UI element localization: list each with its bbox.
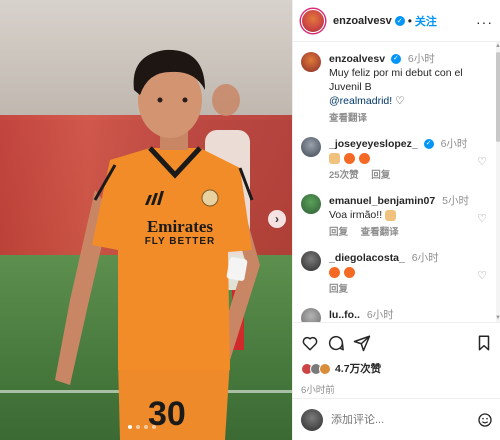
liker-avatar [319,362,331,375]
post-header: enzoalvesv ✓ • 关注 ··· [293,0,500,42]
follow-button[interactable]: 关注 [415,13,437,29]
scrollbar-thumb[interactable] [496,52,500,142]
comment-time: 6小时 [411,252,439,264]
comment-text: Voa irmão!! [329,209,383,221]
verified-badge-icon: ✓ [390,54,401,65]
comment-avatar[interactable] [301,194,321,214]
comment-avatar[interactable] [301,137,321,157]
carousel-dot [128,425,132,429]
comment-translate-link[interactable]: 查看翻译 [361,227,399,238]
likes-summary[interactable]: 4.7万次赞 [301,361,493,376]
share-paper-plane-icon[interactable] [353,334,371,352]
jersey-sponsor-line-2: FLY BETTER [144,236,216,247]
caption-username[interactable]: enzoalvesv [329,53,385,65]
scroll-down-arrow-icon[interactable]: ▼ [495,315,500,321]
comment-avatar[interactable] [301,251,321,271]
author-username[interactable]: enzoalvesv [333,15,392,27]
liker-avatars [301,362,331,375]
caption-translate-link[interactable]: 查看翻译 [329,113,367,124]
post-actions: 4.7万次赞 6小时前 [293,322,500,396]
caption-time: 6小时 [407,53,435,65]
jersey-sponsor-line-1: Emirates [146,217,214,236]
comments-feed[interactable]: enzoalvesv ✓ 6小时 Muy feliz por mi debut … [293,42,497,322]
likes-count[interactable]: 4.7万次赞 [335,361,381,376]
add-comment-bar [293,398,500,440]
comment-like-heart-icon[interactable]: ♡ [477,212,487,225]
heart-emoji-icon: ♡ [395,95,405,107]
jersey-sponsor: Emirates FLY BETTER [140,217,220,248]
caption-text: Muy feliz por mi debut con el Juvenil B [329,67,463,93]
verified-badge-icon: ✓ [423,139,434,150]
carousel-indicator [128,425,156,429]
fire-emoji-icon [329,266,340,278]
post-detail-pane: enzoalvesv ✓ • 关注 ··· enzoalvesv ✓ 6小时 M… [292,0,500,440]
comment-time: 6小时 [366,309,394,321]
comment-item: _diegolacosta_ 6小时 回复 ♡ [301,251,489,297]
comment-reply[interactable]: 回复 [329,227,348,238]
comment-emojis [329,265,489,279]
comment-reply[interactable]: 回复 [371,170,390,181]
comment-item-partial: lu..fo.. 6小时 [301,308,489,322]
emoji-picker-icon[interactable] [477,412,493,428]
comment-emojis [329,151,489,165]
comment-item: emanuel_benjamin07 5小时 Voa irmão!! 回复 查看… [301,194,489,240]
more-options-icon[interactable]: ··· [476,14,493,30]
comment-input[interactable] [331,413,477,426]
raised-hands-emoji-icon [329,152,340,164]
caption-avatar[interactable] [301,52,321,72]
fire-emoji-icon [343,152,355,164]
caption-mention[interactable]: @realmadrid! [329,95,392,107]
comment-username[interactable]: emanuel_benjamin07 [329,195,435,207]
comment-username[interactable]: lu..fo.. [329,309,360,321]
author-avatar[interactable] [301,8,325,33]
post-photo[interactable]: Emirates FLY BETTER 30 › [0,0,292,440]
separator-dot: • [407,13,412,28]
carousel-dot [144,425,148,429]
comment-time: 5小时 [442,195,469,207]
comment-like-heart-icon[interactable]: ♡ [477,269,487,282]
raised-hands-emoji-icon [385,209,397,221]
comment-username[interactable]: _diegolacosta_ [329,252,405,264]
post-time: 6小时前 [301,385,335,396]
comment-username[interactable]: _joseyeyeslopez_ [329,138,418,150]
next-image-button[interactable]: › [268,210,286,228]
comment-like-heart-icon[interactable]: ♡ [477,155,487,168]
verified-badge-icon: ✓ [394,15,405,26]
fire-emoji-icon [343,266,355,278]
like-heart-icon[interactable] [301,334,319,352]
carousel-dot [136,425,140,429]
bookmark-icon[interactable] [475,334,493,352]
comment-item: _joseyeyeslopez_ ✓ 6小时 25次赞 回复 ♡ [301,137,489,183]
fire-emoji-icon [358,152,370,164]
caption: enzoalvesv ✓ 6小时 Muy feliz por mi debut … [301,52,489,126]
chevron-right-icon: › [275,212,279,226]
comment-bubble-icon[interactable] [327,334,345,352]
comment-time: 6小时 [440,138,468,150]
carousel-dot [152,425,156,429]
comments-scrollbar[interactable]: ▲ ▼ [495,42,500,322]
comment-likes[interactable]: 25次赞 [329,170,359,181]
current-user-avatar [301,408,323,431]
comment-avatar[interactable] [301,308,321,322]
scroll-up-arrow-icon[interactable]: ▲ [495,43,500,49]
comment-reply[interactable]: 回复 [329,284,348,295]
